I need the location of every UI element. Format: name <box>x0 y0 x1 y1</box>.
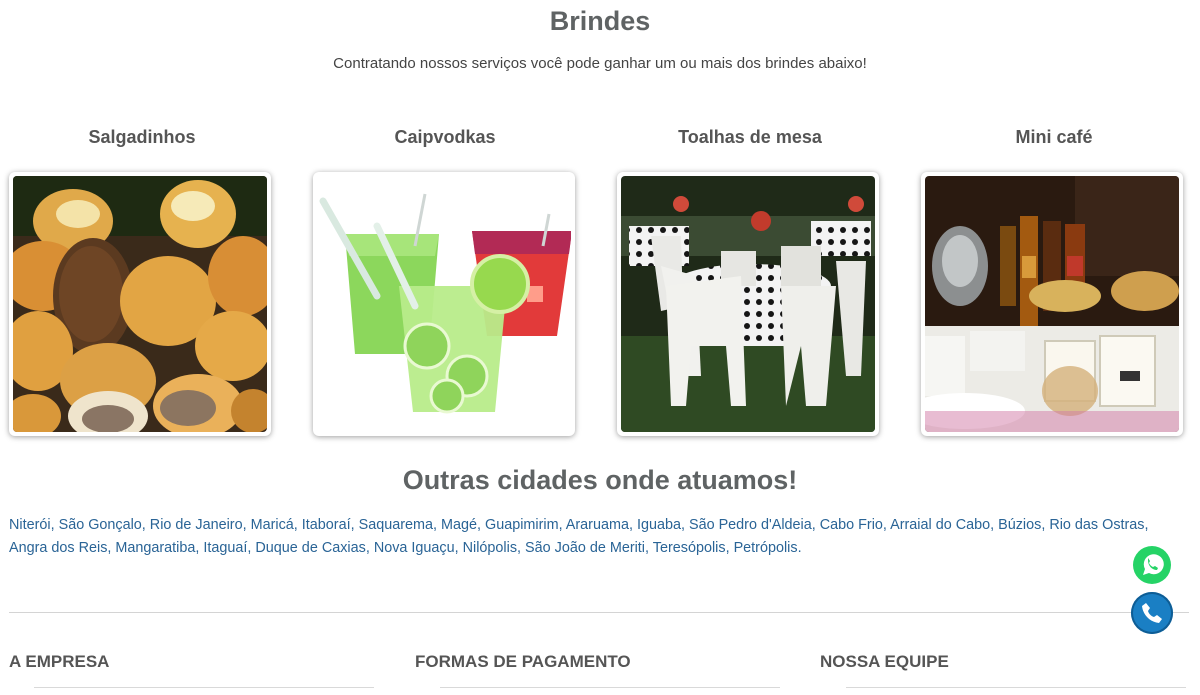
city-link[interactable]: Arraial do Cabo <box>890 517 990 533</box>
footer-heading-pagamento: FORMAS DE PAGAMENTO <box>415 652 631 671</box>
gift-card-caipvodkas[interactable] <box>313 172 575 436</box>
city-separator: , <box>680 517 689 533</box>
city-separator: , <box>50 517 59 533</box>
gift-name-salgadinhos: Salgadinhos <box>88 127 196 147</box>
footer-heading-empresa: A EMPRESA <box>9 652 110 671</box>
gift-name-mini-cafe: Mini café <box>1015 127 1093 147</box>
city-link[interactable]: Niterói <box>9 517 51 533</box>
caipvodkas-photo <box>317 176 571 432</box>
page-title: Brindes <box>549 6 651 36</box>
city-link[interactable]: São João de Meriti <box>525 540 645 556</box>
gift-card-mini-cafe[interactable] <box>921 172 1183 436</box>
city-link[interactable]: Guapimirim <box>485 517 559 533</box>
city-separator: , <box>350 517 359 533</box>
city-separator: , <box>454 540 463 556</box>
city-separator: , <box>477 517 485 533</box>
city-link[interactable]: Rio de Janeiro <box>150 517 243 533</box>
phone-button[interactable] <box>1131 592 1173 634</box>
city-link[interactable]: Petrópolis <box>734 540 798 556</box>
gift-name-caipvodkas: Caipvodkas <box>394 127 496 147</box>
gift-card-toalhas[interactable] <box>617 172 879 436</box>
whatsapp-icon <box>1133 546 1171 584</box>
city-link[interactable]: Nilópolis <box>463 540 517 556</box>
gift-name-toalhas: Toalhas de mesa <box>678 127 822 147</box>
city-separator: , <box>811 517 820 533</box>
mini-cafe-photo <box>925 176 1179 432</box>
city-link[interactable]: Itaboraí <box>302 517 351 533</box>
phone-icon <box>1142 603 1162 623</box>
city-link[interactable]: Rio das Ostras <box>1049 517 1144 533</box>
city-link[interactable]: Maricá <box>251 517 294 533</box>
footer-divider <box>9 612 1189 613</box>
whatsapp-button[interactable] <box>1131 544 1173 586</box>
city-link[interactable]: Araruama <box>566 517 629 533</box>
page-subtitle: Contratando nossos serviços você pode ga… <box>333 55 867 72</box>
city-separator: , <box>645 540 653 556</box>
city-link[interactable]: São Pedro d'Aldeia <box>689 517 812 533</box>
city-separator: . <box>797 540 802 556</box>
city-link[interactable]: Itaguaí <box>203 540 247 556</box>
city-separator: , <box>725 540 734 556</box>
city-separator: , <box>558 517 566 533</box>
city-link[interactable]: Duque de Caxias <box>255 540 365 556</box>
city-separator: , <box>433 517 441 533</box>
salgadinhos-photo <box>13 176 267 432</box>
cities-list: Niterói, São Gonçalo, Rio de Janeiro, Ma… <box>9 514 1179 560</box>
city-link[interactable]: Teresópolis <box>653 540 726 556</box>
toalhas-photo <box>621 176 875 432</box>
footer-underline-2 <box>440 687 780 688</box>
city-link[interactable]: Nova Iguaçu <box>374 540 455 556</box>
city-link[interactable]: São Gonçalo <box>59 517 142 533</box>
footer-underline-3 <box>846 687 1186 688</box>
city-link[interactable]: Iguaba <box>637 517 681 533</box>
cities-title: Outras cidades onde atuamos! <box>402 465 798 495</box>
city-separator: , <box>517 540 526 556</box>
city-separator: , <box>242 517 251 533</box>
city-separator: , <box>141 517 150 533</box>
city-link[interactable]: Búzios <box>998 517 1041 533</box>
city-separator: , <box>365 540 374 556</box>
city-separator: , <box>293 517 302 533</box>
city-separator: , <box>628 517 637 533</box>
city-link[interactable]: Cabo Frio <box>820 517 883 533</box>
footer-underline-1 <box>34 687 374 688</box>
footer-heading-equipe: NOSSA EQUIPE <box>820 652 949 671</box>
city-link[interactable]: Mangaratiba <box>115 540 195 556</box>
city-separator: , <box>990 517 999 533</box>
city-link[interactable]: Saquarema <box>359 517 433 533</box>
city-separator: , <box>1144 517 1149 533</box>
city-link[interactable]: Magé <box>441 517 477 533</box>
gift-card-salgadinhos[interactable] <box>9 172 271 436</box>
city-link[interactable]: Angra dos Reis <box>9 540 107 556</box>
